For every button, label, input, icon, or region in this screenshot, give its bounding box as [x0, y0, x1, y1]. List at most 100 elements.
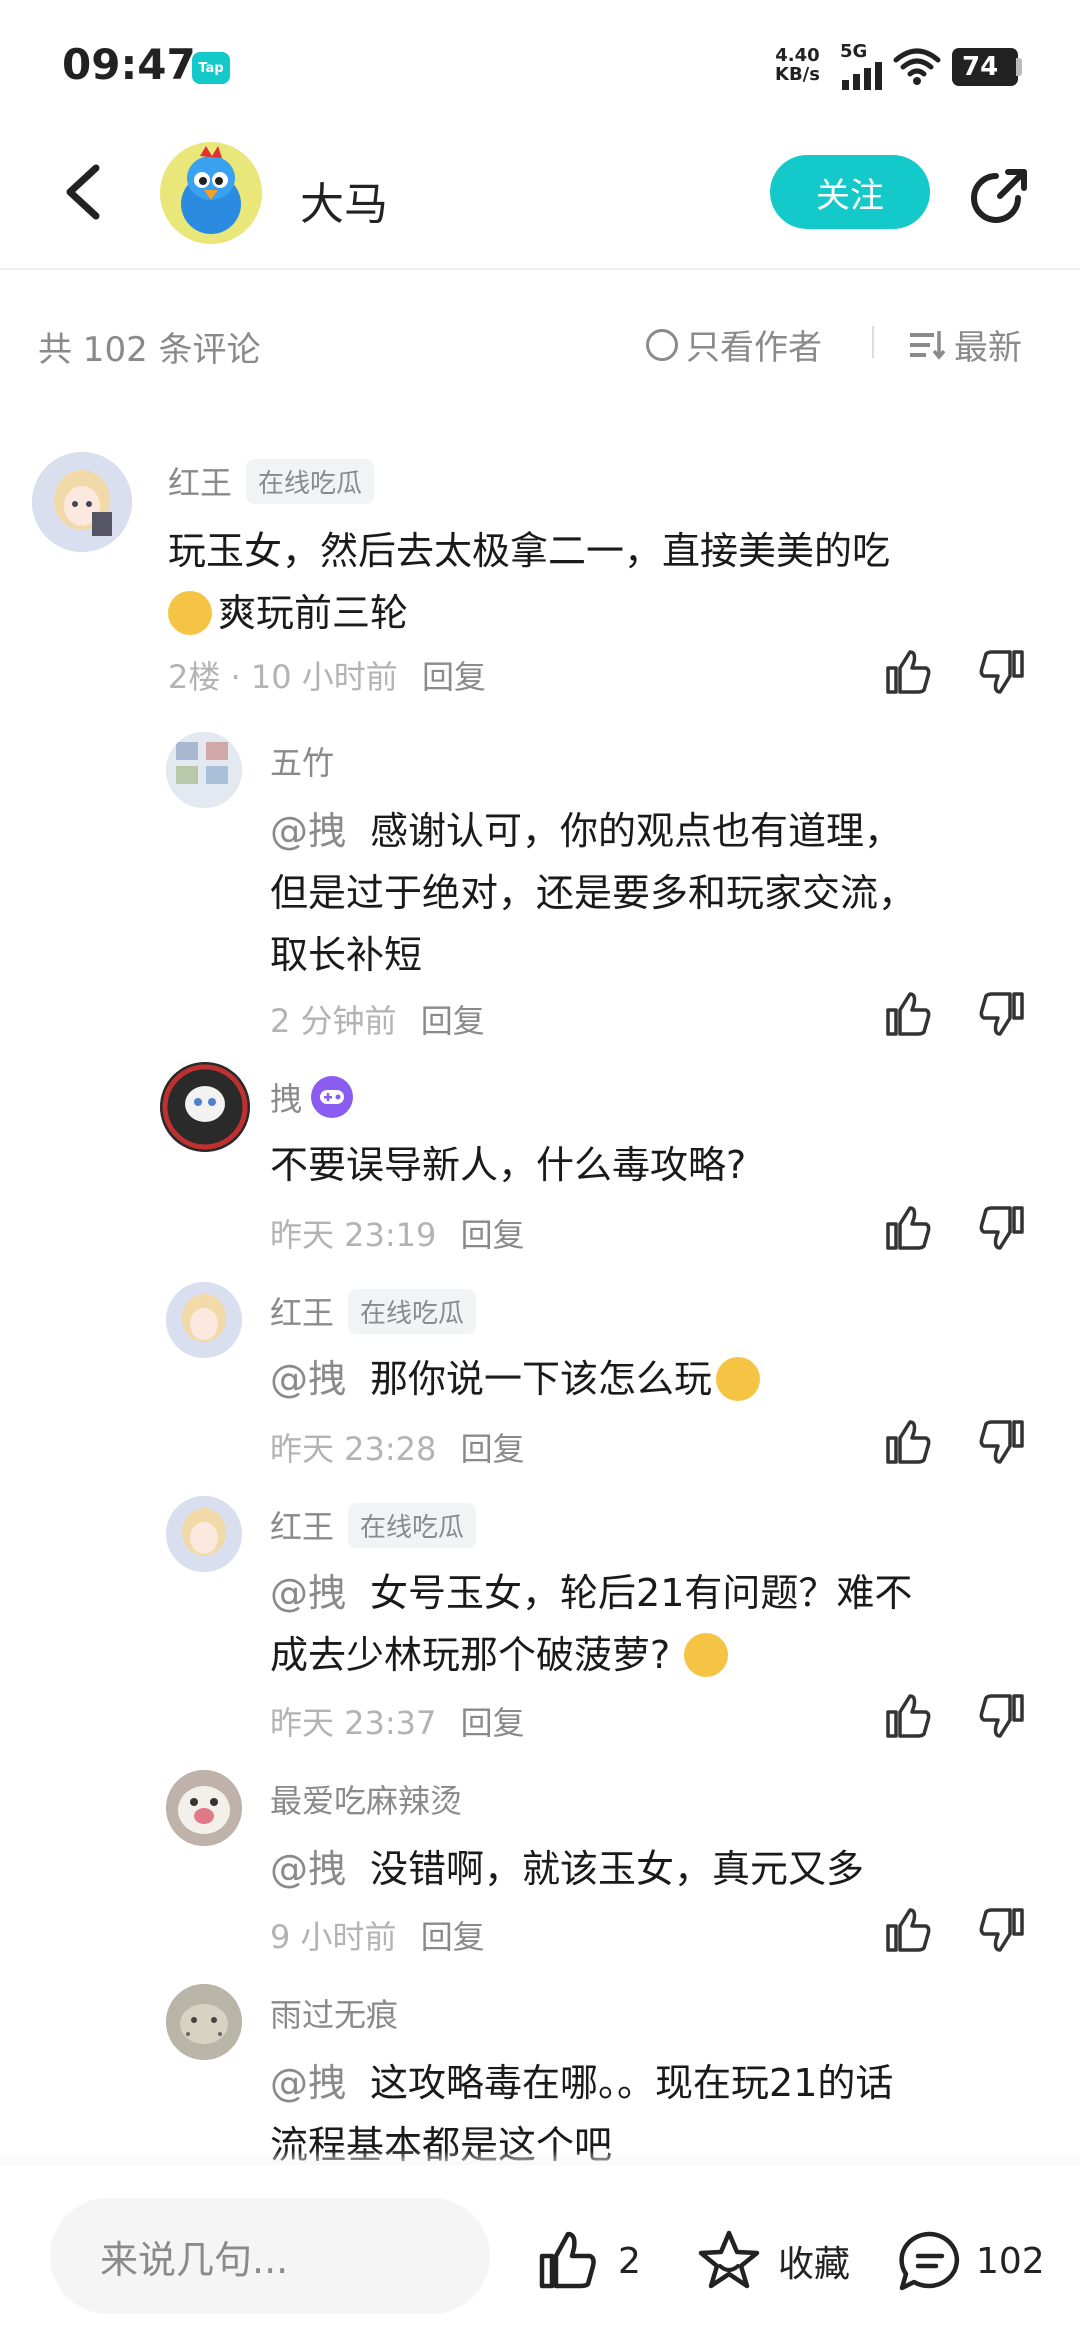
follow-button[interactable]: 关注 [770, 155, 930, 229]
comment-author[interactable]: 红王 [168, 458, 232, 504]
user-tag: 在线吃瓜 [348, 1502, 477, 1548]
reply-avatar[interactable] [166, 1984, 242, 2060]
net-speed-value: 4.40 [775, 45, 820, 66]
mention-link[interactable]: @拽 [270, 1847, 346, 1891]
comment-text: 玩玉女，然后去太极拿二一，直接美美的吃 爽玩前三轮 [168, 520, 890, 644]
favorite-button[interactable]: 收藏 [696, 2228, 850, 2294]
reply-text-line: 女号玉女，轮后21有问题？难不 [370, 1571, 913, 1615]
comment-count-label: 共 102 条评论 [38, 330, 261, 370]
radio-icon[interactable] [646, 328, 678, 361]
reply-button[interactable]: 回复 [461, 1430, 525, 1468]
reply-text: @拽 感谢认可，你的观点也有道理， 但是过于绝对，还是要多和玩家交流， 取长补短 [270, 800, 916, 986]
reply-text: @拽 女号玉女，轮后21有问题？难不 成去少林玩那个破菠萝? [270, 1562, 912, 1686]
reply-author[interactable]: 最爱吃麻辣烫 [270, 1776, 462, 1822]
sort-button[interactable]: 最新 [908, 320, 1022, 369]
user-tag: 在线吃瓜 [246, 458, 375, 504]
reply-header: 红王 在线吃瓜 [270, 1288, 477, 1334]
share-icon[interactable] [966, 164, 1032, 230]
mention-link[interactable]: @拽 [270, 1571, 346, 1615]
reply-meta: 2 分钟前 回复 [270, 996, 485, 1042]
thumbs-down-icon[interactable] [976, 1904, 1028, 1956]
reply-time: 昨天 23:37 [270, 1704, 437, 1742]
favorite-label: 收藏 [778, 2244, 851, 2285]
author-only-filter[interactable]: 只看作者 [646, 320, 822, 369]
thumbs-down-icon[interactable] [976, 1690, 1028, 1742]
author-name[interactable]: 大马 [300, 168, 388, 232]
reply-meta: 昨天 23:37 回复 [270, 1698, 525, 1744]
thumbs-down-icon[interactable] [976, 1202, 1028, 1254]
thumbs-down-icon[interactable] [976, 646, 1028, 698]
battery-cap [1016, 58, 1022, 76]
reply-time: 昨天 23:19 [270, 1216, 437, 1254]
reply-time: 2 分钟前 [270, 1002, 397, 1040]
sort-divider [872, 326, 874, 358]
reply-button[interactable]: 回复 [422, 658, 486, 696]
reply-avatar[interactable] [166, 732, 242, 808]
thumbs-up-icon[interactable] [882, 988, 934, 1040]
reply-time: 9 小时前 [270, 1918, 397, 1956]
reply-meta: 9 小时前 回复 [270, 1912, 485, 1958]
comment-button[interactable]: 102 [896, 2228, 1045, 2294]
reply-button[interactable]: 回复 [461, 1704, 525, 1742]
reply-text: 不要误导新人，什么毒攻略? [270, 1143, 747, 1187]
reply-avatar[interactable] [166, 1282, 242, 1358]
back-arrow-icon[interactable] [58, 162, 106, 222]
thumbs-up-icon[interactable] [882, 1904, 934, 1956]
reply-text-line: 但是过于绝对，还是要多和玩家交流， [270, 871, 917, 915]
status-time: 09:47 [62, 40, 196, 89]
network-type: 5G [840, 41, 868, 62]
reply-text-line: 成去少林玩那个破菠萝? [270, 1633, 671, 1677]
reply-meta: 昨天 23:19 回复 [270, 1210, 525, 1256]
reply-text-line: 感谢认可，你的观点也有道理， [370, 809, 903, 853]
reply-author[interactable]: 红王 [270, 1288, 334, 1334]
gamepad-badge-icon [311, 1076, 354, 1118]
thumbs-down-icon[interactable] [976, 988, 1028, 1040]
reply-button[interactable]: 回复 [461, 1216, 525, 1254]
tap-app-icon: Tap [192, 52, 230, 84]
reply-avatar[interactable] [166, 1770, 242, 1846]
sort-icon [910, 330, 946, 360]
thumbs-up-icon[interactable] [882, 1416, 934, 1468]
comment-bubble-icon [899, 2231, 960, 2291]
comment-header: 红王 在线吃瓜 [168, 458, 375, 504]
like-count: 2 [618, 2240, 641, 2282]
comment-meta: 2楼 · 10 小时前 回复 [168, 652, 486, 698]
reply-avatar[interactable] [166, 1496, 242, 1572]
reply-text: @拽 没错啊，就该玉女，真元又多 [270, 1838, 864, 1900]
reply-button[interactable]: 回复 [421, 1918, 485, 1956]
thumbs-up-icon[interactable] [882, 646, 934, 698]
reply-author[interactable]: 雨过无痕 [270, 1990, 398, 2036]
reply-text-line: 没错啊，就该玉女，真元又多 [370, 1847, 865, 1891]
author-only-label: 只看作者 [686, 328, 822, 368]
mention-link[interactable]: @拽 [270, 2061, 346, 2105]
mention-link[interactable]: @拽 [270, 1348, 346, 1410]
smile-emoji-icon [716, 1357, 761, 1401]
net-speed-unit: KB/s [775, 64, 820, 85]
comment-text-line: 玩玉女，然后去太极拿二一，直接美美的吃 [168, 529, 891, 573]
reply-header: 红王 在线吃瓜 [270, 1502, 477, 1548]
thumbs-up-icon[interactable] [882, 1690, 934, 1742]
sort-label: 最新 [954, 328, 1022, 368]
like-button[interactable]: 2 [534, 2228, 641, 2294]
star-icon [698, 2230, 760, 2289]
reply-author[interactable]: 五竹 [270, 738, 334, 784]
reply-text-line: 这攻略毒在哪。。现在玩21的话 [370, 2061, 894, 2105]
author-avatar[interactable] [160, 142, 262, 244]
mention-link[interactable]: @拽 [270, 809, 346, 853]
reply-text-line: 那你说一下该怎么玩 [370, 1357, 713, 1401]
reply-meta: 昨天 23:28 回复 [270, 1424, 525, 1470]
comment-avatar[interactable] [32, 452, 132, 552]
comment-input[interactable]: 来说几句... [50, 2198, 490, 2314]
reply-avatar[interactable] [160, 1062, 250, 1152]
reply-button[interactable]: 回复 [421, 1002, 485, 1040]
laughing-emoji-icon [168, 591, 212, 635]
reply-author[interactable]: 拽 [270, 1074, 302, 1120]
reply-author[interactable]: 红王 [270, 1502, 334, 1548]
network-speed: 4.40 KB/s [775, 46, 820, 84]
header-divider [0, 268, 1080, 270]
thumbs-up-icon[interactable] [882, 1202, 934, 1254]
reply-header: 拽 [270, 1074, 354, 1120]
laughing-emoji-icon [684, 1633, 729, 1677]
comment-count: 102 [976, 2240, 1045, 2282]
thumbs-down-icon[interactable] [976, 1416, 1028, 1468]
